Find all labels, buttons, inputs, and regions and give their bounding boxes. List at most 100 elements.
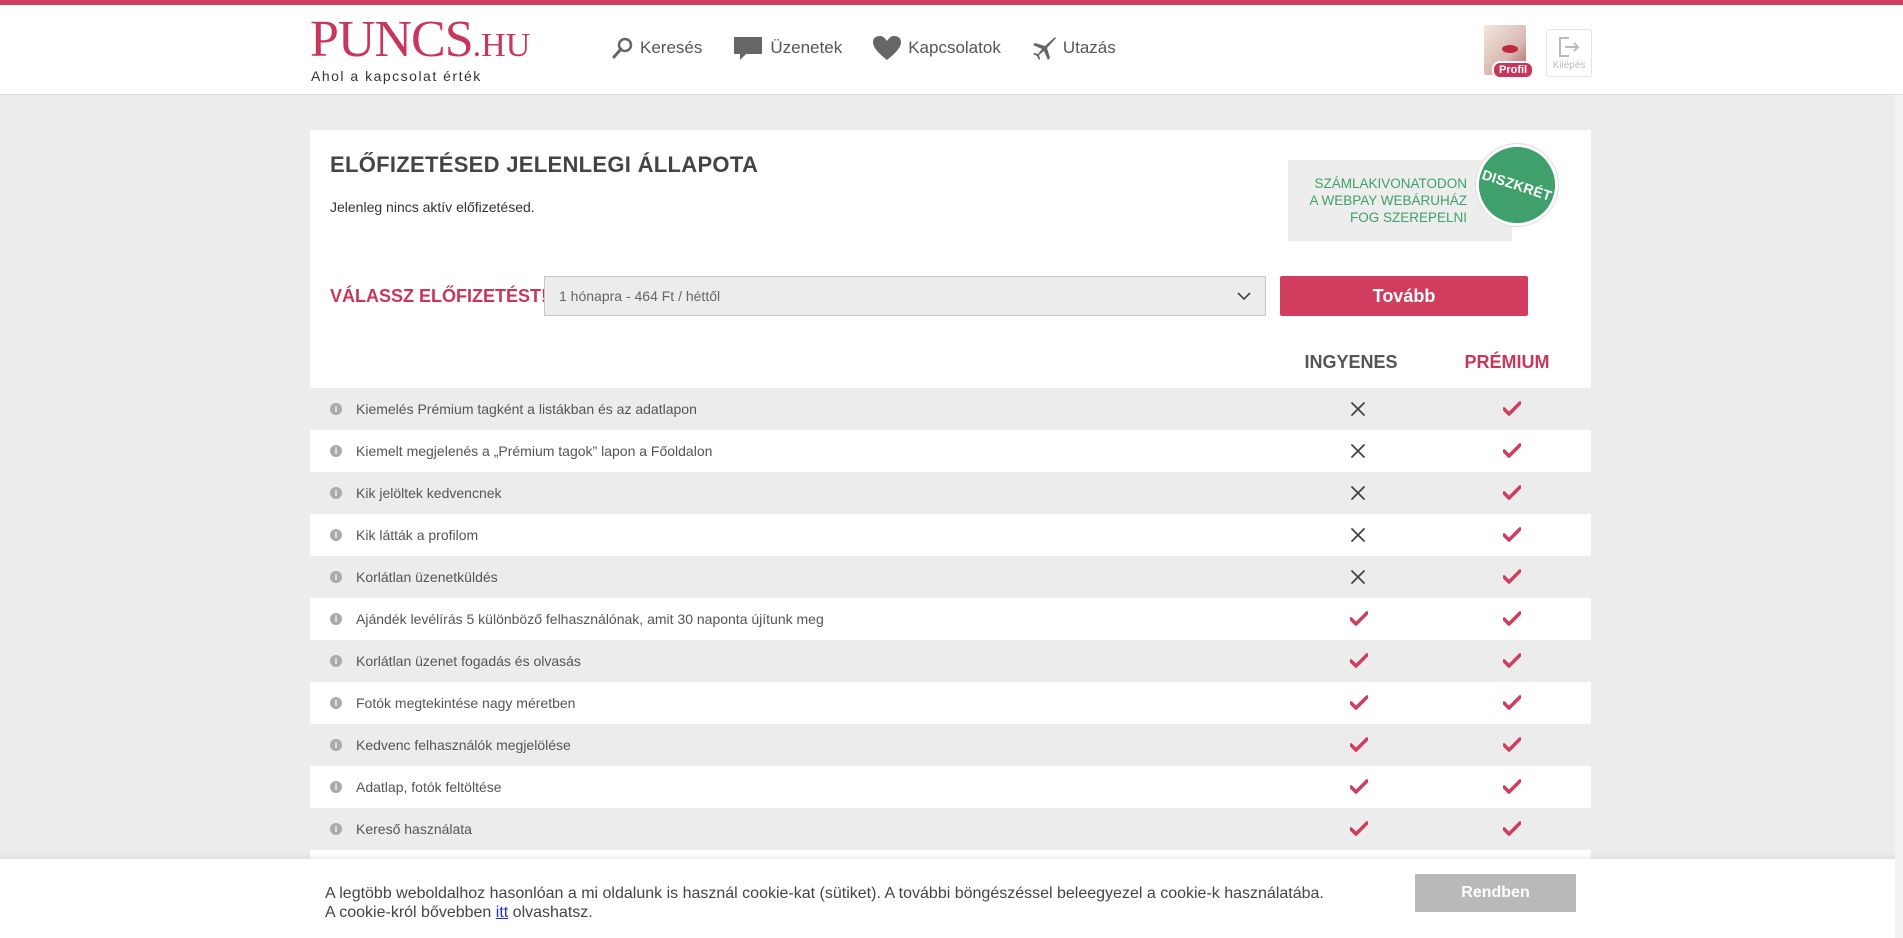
feature-row: i Kik látták a profilom <box>310 514 1591 556</box>
check-icon <box>1349 779 1369 795</box>
info-icon[interactable]: i <box>330 403 342 415</box>
next-button[interactable]: Tovább <box>1280 276 1528 316</box>
feature-label: Kiemelt megjelenés a „Prémium tagok” lap… <box>356 443 713 459</box>
choose-plan-label: VÁLASSZ ELŐFIZETÉST! <box>330 286 548 306</box>
check-icon <box>1502 821 1522 837</box>
check-icon <box>1349 821 1369 837</box>
message-icon <box>734 37 763 60</box>
feature-table: i Kiemelés Prémium tagként a listákban és… <box>310 388 1591 850</box>
cookie-text-suffix: olvashatsz. <box>508 904 593 921</box>
info-icon[interactable]: i <box>330 487 342 499</box>
nav-item-search-label: Keresés <box>640 38 703 57</box>
plan-select-value: 1 hónapra - 464 Ft / héttől <box>559 288 721 304</box>
info-icon[interactable]: i <box>330 823 342 835</box>
cookie-accept-button[interactable]: Rendben <box>1415 874 1576 912</box>
nav-item-travel[interactable]: Utazás <box>1031 35 1116 61</box>
feature-row: i Fotók megtekintése nagy méretben <box>310 682 1591 724</box>
feature-row: i Kik jelöltek kedvencnek <box>310 472 1591 514</box>
column-header-premium: PRÉMIUM <box>1464 352 1550 372</box>
info-icon[interactable]: i <box>330 655 342 667</box>
logout-label: Kilépés <box>1552 59 1586 71</box>
info-icon[interactable]: i <box>330 697 342 709</box>
nav-item-contacts-label: Kapcsolatok <box>908 38 1001 57</box>
feature-row: i Kereső használata <box>310 808 1591 850</box>
feature-label: Korlátlan üzenet fogadás és olvasás <box>356 653 581 669</box>
check-icon <box>1502 653 1522 669</box>
feature-label: Adatlap, fotók feltöltése <box>356 779 502 795</box>
check-icon <box>1349 695 1369 711</box>
feature-row: i Korlátlan üzenet fogadás és olvasás <box>310 640 1591 682</box>
cookie-more-link[interactable]: itt <box>496 904 508 921</box>
check-icon <box>1502 569 1522 585</box>
check-icon <box>1502 485 1522 501</box>
column-header-free: INGYENES <box>1304 352 1398 372</box>
info-icon[interactable]: i <box>330 781 342 793</box>
cookie-text-prefix: A cookie-król bővebben <box>325 904 496 921</box>
plan-select[interactable]: 1 hónapra - 464 Ft / héttől <box>544 276 1266 316</box>
discrete-line-3: FOG SZEREPELNI <box>1349 210 1467 225</box>
feature-row: i Kedvenc felhasználók megjelölése <box>310 724 1591 766</box>
cookie-text-line-1: A legtöbb weboldalhoz hasonlóan a mi old… <box>325 885 1324 902</box>
main-nav: Keresés Üzenetek Kapcsolatok Utazás <box>612 35 1116 61</box>
plane-icon <box>1032 37 1056 60</box>
check-icon <box>1349 611 1369 627</box>
check-icon <box>1502 695 1522 711</box>
nav-item-contacts[interactable]: Kapcsolatok <box>872 35 1001 61</box>
check-icon <box>1349 653 1369 669</box>
cross-icon <box>1350 569 1366 585</box>
nav-item-search[interactable]: Keresés <box>612 35 702 61</box>
check-icon <box>1502 737 1522 753</box>
discrete-line-1: SZÁMLAKIVONATODON <box>1314 176 1467 191</box>
cookie-text: A legtöbb weboldalhoz hasonlóan a mi old… <box>325 884 1324 922</box>
nav-item-travel-label: Utazás <box>1062 38 1116 57</box>
check-icon <box>1502 401 1522 417</box>
check-icon <box>1349 737 1369 753</box>
logo-tagline: Ahol a kapcsolat érték <box>311 68 482 84</box>
page-title: ELŐFIZETÉSED JELENLEGI ÁLLAPOTA <box>330 152 759 177</box>
feature-row: i Kiemelt megjelenés a „Prémium tagok” la… <box>310 430 1591 472</box>
feature-row: i Korlátlan üzenetküldés <box>310 556 1591 598</box>
info-icon[interactable]: i <box>330 529 342 541</box>
check-icon <box>1502 779 1522 795</box>
info-icon[interactable]: i <box>330 445 342 457</box>
feature-label: Kedvenc felhasználók megjelölése <box>356 737 571 753</box>
check-icon <box>1502 443 1522 459</box>
discrete-badge-label: DISZKRÉT <box>1480 166 1554 204</box>
nav-item-messages-label: Üzenetek <box>770 38 843 57</box>
heart-icon <box>873 36 902 60</box>
feature-label: Kik látták a profilom <box>356 527 479 543</box>
chevron-down-icon <box>1237 291 1251 300</box>
feature-label: Kiemelés Prémium tagként a listákban és … <box>356 401 697 417</box>
subscription-card: ELŐFIZETÉSED JELENLEGI ÁLLAPOTA Jelenleg… <box>310 130 1591 938</box>
feature-row: i Adatlap, fotók feltöltése <box>310 766 1591 808</box>
subscription-status: Jelenleg nincs aktív előfizetésed. <box>330 199 535 215</box>
info-icon[interactable]: i <box>330 571 342 583</box>
logout-icon <box>1559 36 1580 57</box>
check-icon <box>1502 611 1522 627</box>
feature-label: Kereső használata <box>356 821 472 837</box>
feature-label: Korlátlan üzenetküldés <box>356 569 498 585</box>
cookie-banner: A legtöbb weboldalhoz hasonlóan a mi old… <box>0 859 1903 938</box>
check-icon <box>1502 527 1522 543</box>
site-logo[interactable]: PUNCS.HU Ahol a kapcsolat érték <box>310 14 530 85</box>
search-icon <box>612 37 633 59</box>
feature-label: Kik jelöltek kedvencnek <box>356 485 502 501</box>
cross-icon <box>1350 527 1366 543</box>
cookie-text-line-2: A cookie-król bővebben itt olvashatsz. <box>325 903 1324 922</box>
nav-item-messages[interactable]: Üzenetek <box>732 35 842 61</box>
feature-label: Ajándék levélírás 5 különböző felhasznál… <box>356 611 824 627</box>
info-icon[interactable]: i <box>330 739 342 751</box>
logo-main-text: PUNCS <box>310 11 474 68</box>
cross-icon <box>1350 401 1366 417</box>
site-header: PUNCS.HU Ahol a kapcsolat érték Keresés … <box>0 5 1903 95</box>
feature-row: i Kiemelés Prémium tagként a listákban és… <box>310 388 1591 430</box>
page-scrollbar[interactable] <box>1895 95 1903 938</box>
cross-icon <box>1350 485 1366 501</box>
feature-row: i Ajándék levélírás 5 különböző felhaszná… <box>310 598 1591 640</box>
cross-icon <box>1350 443 1366 459</box>
profile-badge: Profil <box>1492 61 1535 79</box>
logout-button[interactable]: Kilépés <box>1546 29 1592 77</box>
profile-avatar[interactable]: Profil <box>1484 25 1535 81</box>
feature-label: Fotók megtekintése nagy méretben <box>356 695 576 711</box>
info-icon[interactable]: i <box>330 613 342 625</box>
